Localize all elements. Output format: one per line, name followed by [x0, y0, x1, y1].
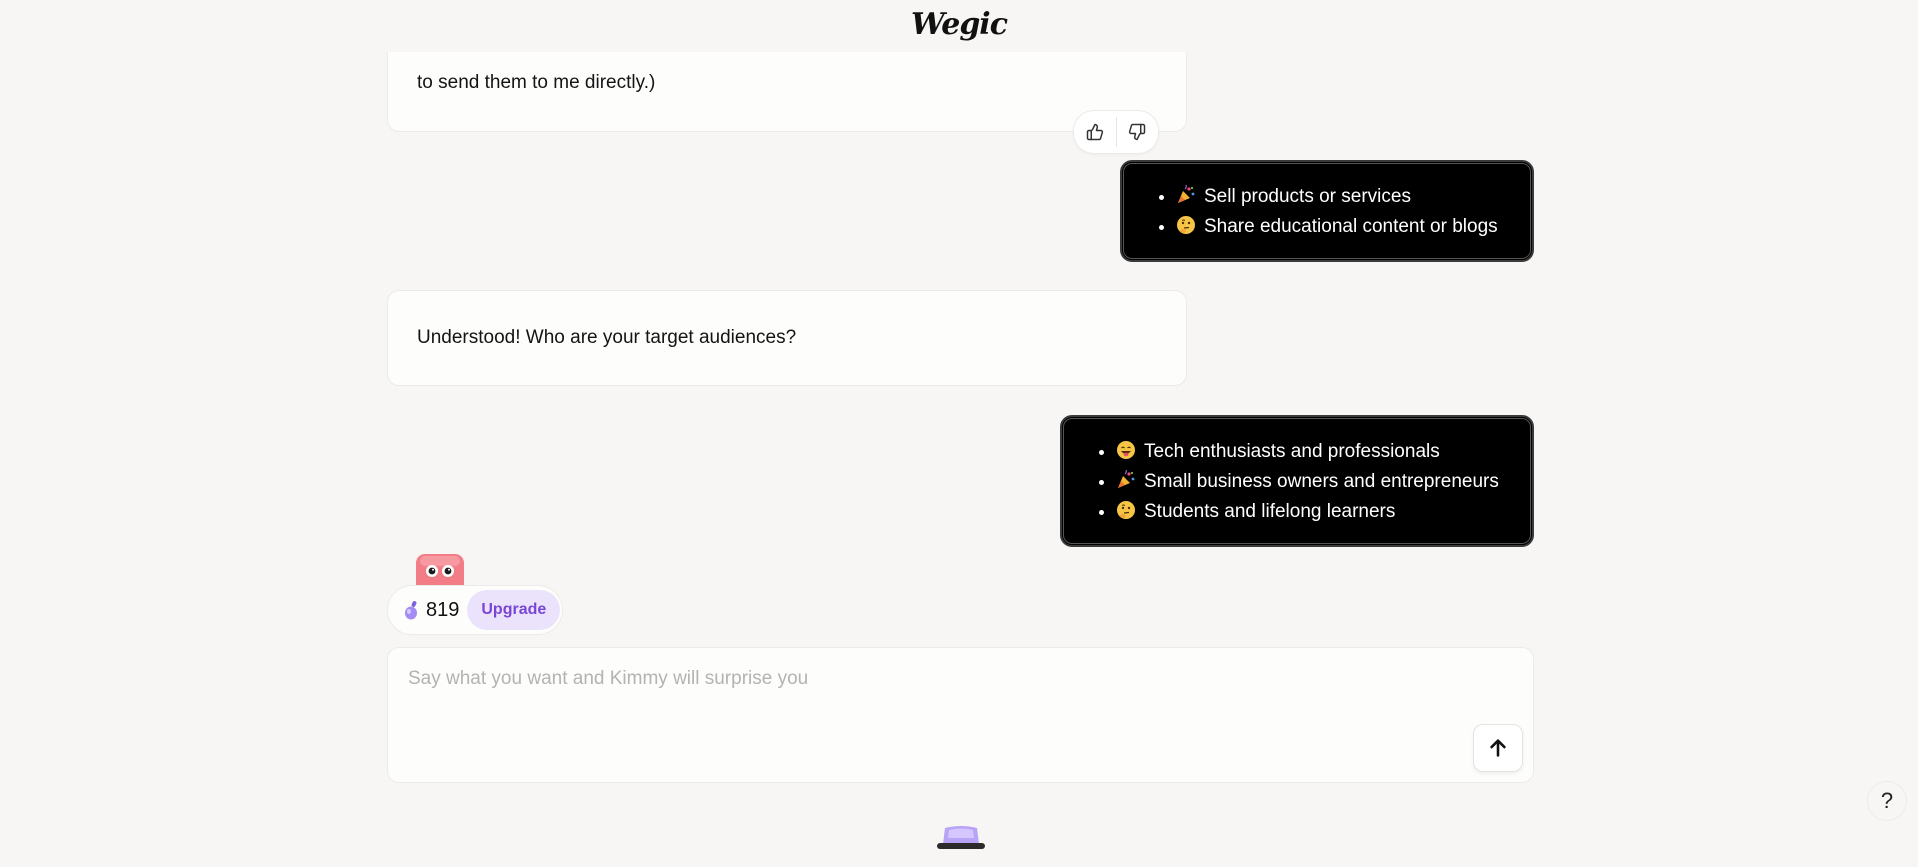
list-item-text: Sell products or services [1204, 186, 1411, 207]
bottom-mascot-icon [937, 826, 985, 849]
arrow-up-icon [1490, 739, 1506, 757]
header: Wegic [0, 0, 1918, 52]
list-item: Sell products or services [1176, 182, 1512, 212]
user-message-list: Sell products or services Share educatio… [1146, 182, 1512, 242]
list-item-text: Students and lifelong learners [1144, 501, 1396, 522]
list-item: Tech enthusiasts and professionals [1116, 437, 1512, 467]
ai-message-text: to send them to me directly.) [417, 72, 656, 93]
list-item-text: Small business owners and entrepreneurs [1144, 471, 1499, 492]
party-popper-icon [1178, 185, 1195, 203]
upgrade-button[interactable]: Upgrade [467, 590, 561, 630]
ai-message-text: Understood! Who are your target audience… [417, 327, 797, 348]
chat-input[interactable] [406, 666, 1410, 760]
thinking-face-icon [1117, 501, 1135, 519]
chat-composer [387, 647, 1534, 783]
grinning-tongue-icon [1117, 441, 1135, 459]
thinking-face-icon [1177, 216, 1195, 234]
user-message-audiences: Tech enthusiasts and professionals Small… [1060, 415, 1534, 547]
wegic-logo[interactable]: Wegic [911, 7, 1008, 42]
credit-count: 819 [426, 598, 460, 621]
credit-gem-icon [405, 601, 417, 620]
message-feedback [1073, 110, 1159, 154]
send-button[interactable] [1473, 724, 1523, 772]
list-item: Small business owners and entrepreneurs [1116, 467, 1512, 497]
thumbs-down-button[interactable] [1117, 111, 1159, 153]
user-message-list: Tech enthusiasts and professionals Small… [1086, 437, 1512, 527]
thumbs-up-button[interactable] [1074, 111, 1116, 153]
list-item: Share educational content or blogs [1176, 212, 1512, 242]
list-item-text: Share educational content or blogs [1204, 216, 1498, 237]
list-item: Students and lifelong learners [1116, 497, 1512, 527]
ai-message-previous: to send them to me directly.) [387, 40, 1187, 132]
credits-pill: 819 Upgrade [387, 585, 563, 635]
ai-message-question: Understood! Who are your target audience… [387, 290, 1187, 386]
list-item-text: Tech enthusiasts and professionals [1144, 441, 1440, 462]
user-message-goals: Sell products or services Share educatio… [1120, 160, 1534, 262]
party-popper-icon [1118, 470, 1135, 488]
help-button[interactable]: ? [1867, 781, 1907, 821]
thumbs-down-icon [1129, 123, 1146, 141]
thumbs-up-icon [1086, 123, 1103, 141]
